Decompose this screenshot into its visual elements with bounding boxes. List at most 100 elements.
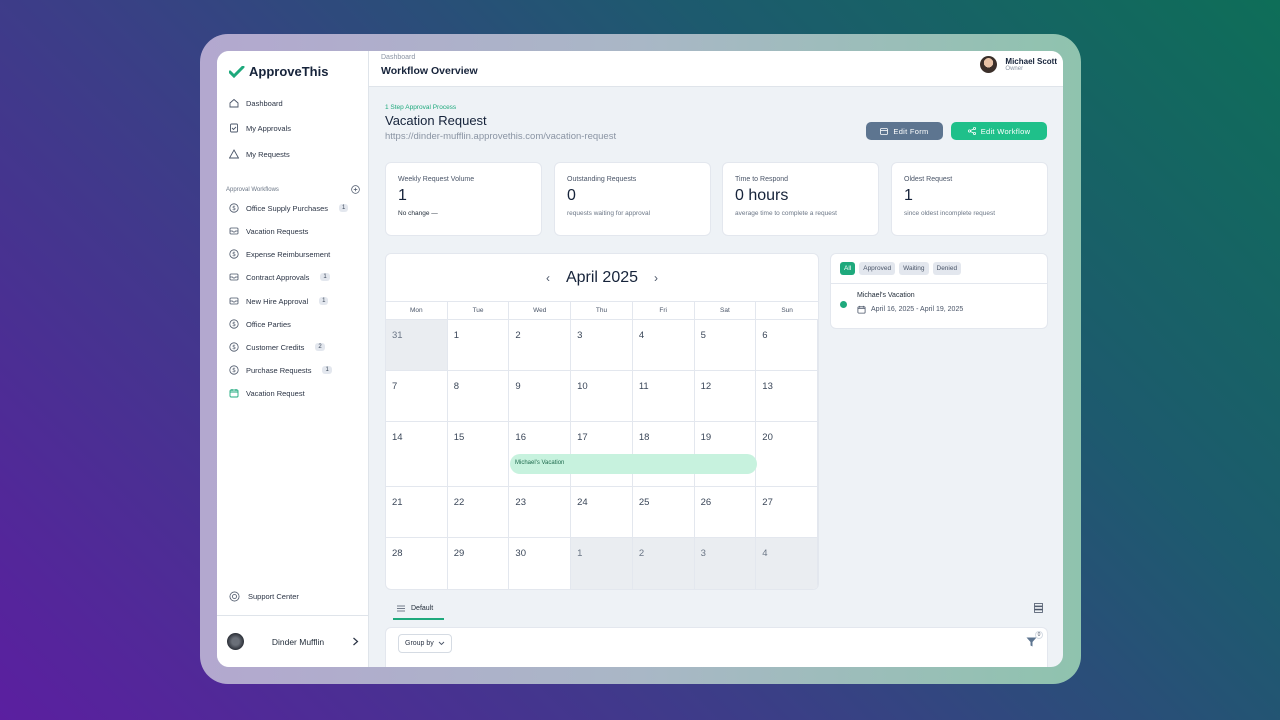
group-by-label: Group by [405,640,434,647]
group-by-dropdown[interactable]: Group by [398,634,452,653]
workflow-item[interactable]: $ Expense Reimbursement [229,247,330,261]
svg-text:$: $ [232,367,236,374]
chevron-down-icon [438,641,445,646]
svg-text:$: $ [232,321,236,328]
day-cell[interactable]: 3 [571,320,633,370]
filter-pill-all[interactable]: All [840,262,856,275]
day-cell[interactable]: 4 [633,320,695,370]
dow-label: Tue [448,302,510,320]
chevron-left-icon[interactable]: ‹ [546,271,550,285]
day-cell[interactable]: 10 [571,371,633,421]
day-cell[interactable]: 7 [386,371,448,421]
day-cell[interactable]: 24 [571,487,633,537]
organization-switcher[interactable]: Dinder Mufflin [217,615,369,667]
svg-text:$: $ [232,205,236,212]
calendar-month: April 2025 [565,268,639,286]
tab-default[interactable]: Default [393,598,444,620]
day-cell[interactable]: 30 [509,538,572,589]
user-role: Owner [1005,66,1024,72]
day-cell[interactable]: 26 [695,487,757,537]
stat-value: 0 hours [735,187,789,204]
day-cell[interactable]: 4 [756,538,818,589]
request-item[interactable]: Michael's Vacation April 16, 2025 - Apri… [831,284,1047,314]
svg-text:$: $ [232,251,236,258]
stat-sub: No change — [398,210,438,217]
day-cell[interactable]: 20 [756,422,818,486]
day-cell[interactable]: 14 [386,422,448,486]
inbox-icon [229,296,239,306]
filter-pill-approved[interactable]: Approved [859,262,896,275]
home-icon [229,98,239,108]
calendar-icon [229,388,239,398]
workflow-item[interactable]: $ Purchase Requests 1 [229,363,332,377]
workflow-item[interactable]: Contract Approvals 1 [229,270,330,284]
user-menu[interactable]: Michael Scott Owner [980,56,1057,73]
stat-label: Outstanding Requests [567,176,637,183]
workflow-item[interactable]: $ Customer Credits 2 [229,340,325,354]
week-row: 21 22 23 24 25 26 27 [386,487,818,538]
workflow-url[interactable]: https://dinder-mufflin.approvethis.com/v… [385,131,616,142]
edit-form-button[interactable]: Edit Form [866,122,943,140]
day-cell[interactable]: 8 [448,371,510,421]
org-name: Dinder Mufflin [271,636,325,647]
workflow-item-active[interactable]: Vacation Request [229,386,305,400]
workflow-label: Vacation Requests [246,226,309,236]
calendar: ‹ April 2025 › Mon Tue Wed Thu Fri Sat S… [385,253,819,590]
support-center-link[interactable]: Support Center [229,591,299,602]
nav-my-approvals[interactable]: My Approvals [229,121,291,135]
calendar-grid: 31 1 2 3 4 5 6 7 8 9 10 11 12 13 14 15 1… [386,320,818,589]
day-cell[interactable]: 1 [448,320,510,370]
stat-card-weekly-volume: Weekly Request Volume 1 No change — [385,162,542,236]
stat-sub: since oldest incomplete request [904,210,996,217]
filter-pill-denied[interactable]: Denied [932,262,962,275]
chevron-right-icon[interactable]: › [654,271,658,285]
day-cell[interactable]: 13 [756,371,818,421]
day-cell[interactable]: 15 [448,422,510,486]
day-cell[interactable]: 21 [386,487,448,537]
top-bar: Dashboard Workflow Overview Michael Scot… [369,51,1063,87]
day-cell[interactable]: 3 [694,538,757,589]
day-cell[interactable]: 5 [695,320,757,370]
day-cell[interactable]: 22 [448,487,510,537]
share-nodes-icon [967,127,976,135]
workflow-item[interactable]: New Hire Approval 1 [229,294,329,308]
database-icon[interactable] [1034,603,1043,613]
breadcrumb[interactable]: Dashboard [381,54,415,61]
workflow-label: Office Parties [246,319,291,329]
day-cell[interactable]: 23 [509,487,572,537]
status-dot [840,301,847,308]
day-cell[interactable]: 9 [509,371,572,421]
nav-label: My Requests [246,149,290,159]
day-cell[interactable]: 28 [386,538,448,589]
add-workflow-icon[interactable] [351,185,360,194]
workflow-item[interactable]: Vacation Requests [229,224,308,238]
day-cell[interactable]: 29 [448,538,510,589]
logo[interactable]: ApproveThis [229,64,328,79]
edit-workflow-button[interactable]: Edit Workflow [951,122,1047,140]
day-cell[interactable]: 2 [509,320,572,370]
day-cell[interactable]: 2 [632,538,695,589]
workflow-steps: 1 Step Approval Process [385,104,457,111]
request-name: Michael's Vacation [857,292,915,299]
nav-my-requests[interactable]: My Requests [229,147,290,161]
day-cell[interactable]: 6 [756,320,818,370]
filter-icon[interactable] [1026,637,1037,647]
workflow-item[interactable]: $ Office Parties [229,317,291,331]
calendar-event[interactable]: Michael's Vacation [510,454,757,474]
day-cell[interactable]: 25 [633,487,695,537]
filter-pill-waiting[interactable]: Waiting [899,262,929,275]
day-cell[interactable]: 11 [633,371,695,421]
user-avatar [980,56,998,73]
day-cell[interactable]: 1 [571,538,633,589]
day-cell[interactable]: 12 [695,371,757,421]
checklist-icon [229,123,239,133]
count-badge: 1 [320,273,330,281]
day-cell[interactable]: 27 [756,487,818,537]
workflow-item[interactable]: $ Office Supply Purchases 1 [229,201,349,215]
svg-text:$: $ [232,344,236,351]
lifebuoy-icon [229,591,240,602]
nav-dashboard[interactable]: Dashboard [229,96,283,110]
stat-card-oldest-request: Oldest Request 1 since oldest incomplete… [891,162,1048,236]
inbox-icon [229,226,239,236]
day-cell[interactable]: 31 [386,320,448,370]
